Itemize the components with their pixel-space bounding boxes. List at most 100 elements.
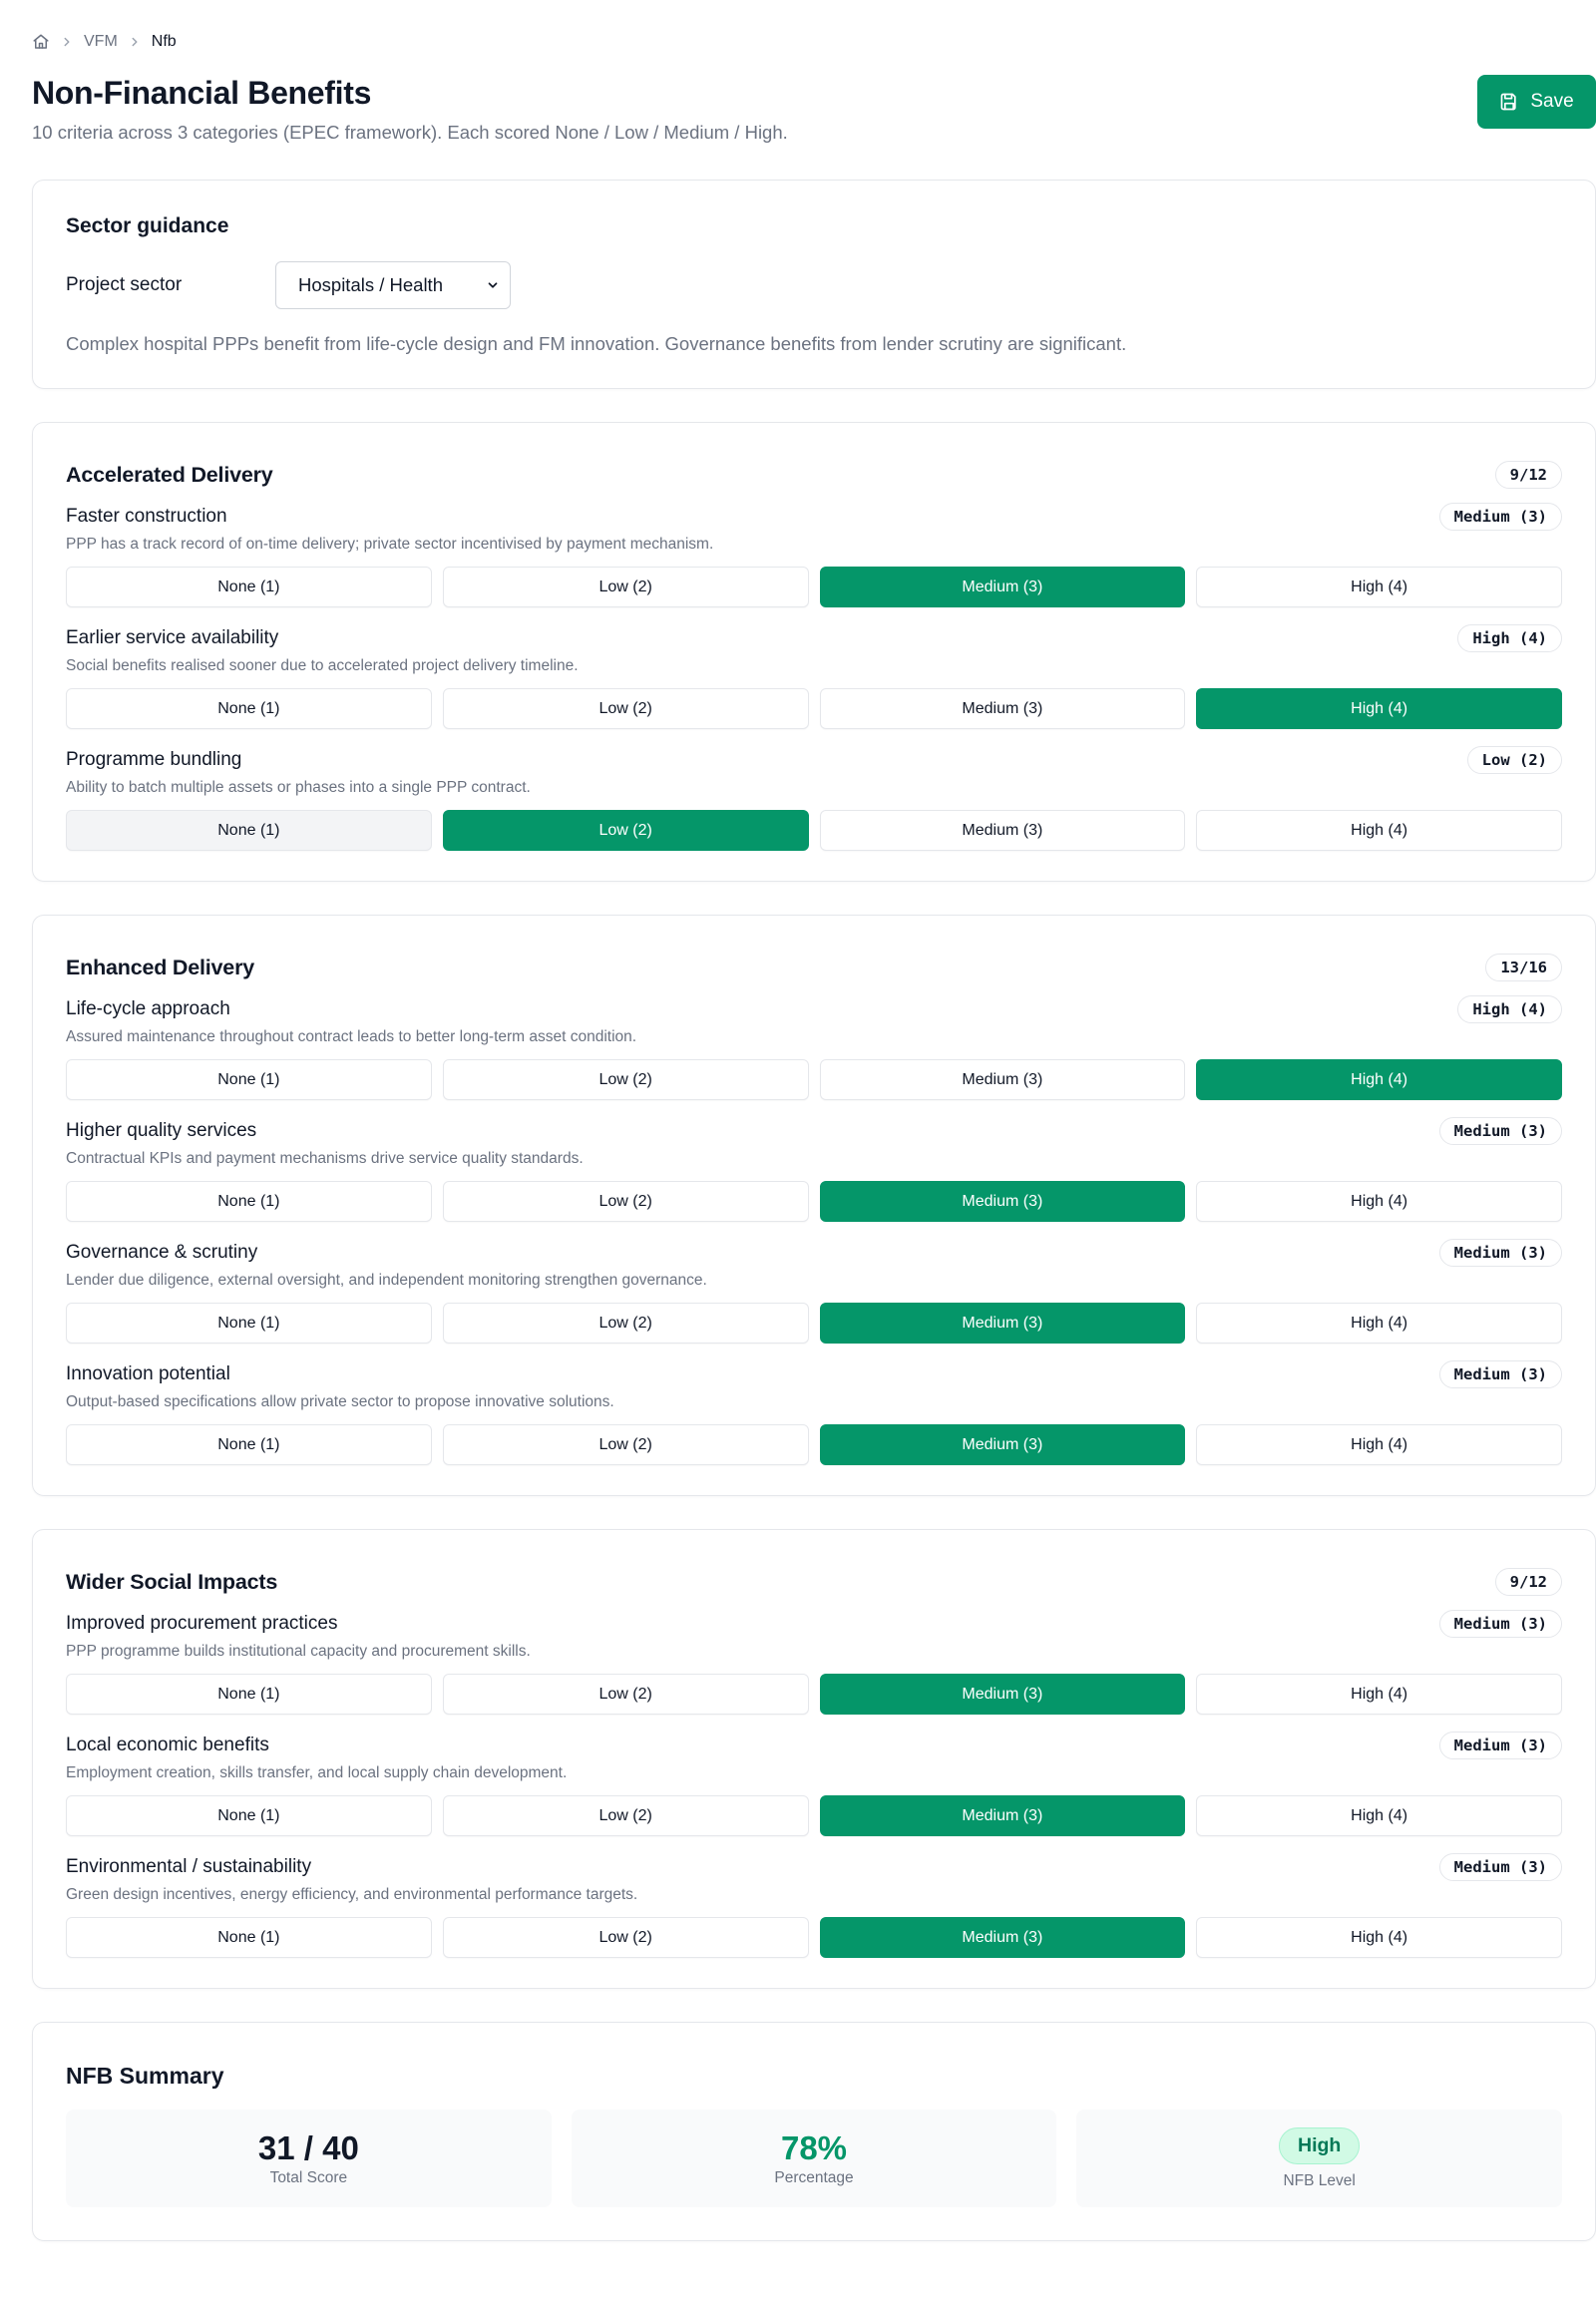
categories-container: Accelerated Delivery 9/12 Faster construct… <box>32 422 1596 1989</box>
score-option-medium[interactable]: Medium (3) <box>819 1674 1186 1715</box>
score-option-low[interactable]: Low (2) <box>442 567 809 607</box>
criterion-description: Social benefits realised sooner due to a… <box>66 657 579 674</box>
score-option-medium[interactable]: Medium (3) <box>819 1059 1186 1100</box>
score-option-none[interactable]: None (1) <box>66 1674 432 1715</box>
score-option-none[interactable]: None (1) <box>66 1059 432 1100</box>
criterion: Innovation potential Medium (3) Output-bas… <box>66 1359 1562 1465</box>
nfb-level-badge: High <box>1279 2126 1361 2164</box>
score-option-low[interactable]: Low (2) <box>442 810 809 851</box>
criterion: Governance & scrutiny Medium (3) Lender du… <box>66 1238 1562 1344</box>
criterion-score-badge: Medium (3) <box>1438 1732 1562 1759</box>
score-option-medium[interactable]: Medium (3) <box>819 1424 1186 1465</box>
score-option-low[interactable]: Low (2) <box>442 1674 809 1715</box>
score-option-high[interactable]: High (4) <box>1196 1424 1562 1465</box>
breadcrumb: VFM Nfb <box>32 30 1596 54</box>
score-option-high[interactable]: High (4) <box>1196 1674 1562 1715</box>
criterion-name: Programme bundling <box>66 749 242 770</box>
score-options: None (1) Low (2) Medium (3) High (4) <box>66 1059 1562 1100</box>
score-option-high[interactable]: High (4) <box>1196 1181 1562 1222</box>
criterion-name: Local economic benefits <box>66 1735 269 1755</box>
score-option-high[interactable]: High (4) <box>1196 688 1562 729</box>
percentage-label: Percentage <box>774 2169 854 2186</box>
score-option-medium[interactable]: Medium (3) <box>819 1303 1186 1344</box>
score-options: None (1) Low (2) Medium (3) High (4) <box>66 688 1562 729</box>
sector-guidance-title: Sector guidance <box>66 214 229 237</box>
criterion-header: Improved procurement practices Medium (3) <box>66 1609 1562 1639</box>
criterion-header: Environmental / sustainability Medium (3) <box>66 1852 1562 1882</box>
page-title: Non-Financial Benefits <box>32 75 372 111</box>
sector-label: Project sector <box>66 274 183 295</box>
criterion-description: Output-based specifications allow privat… <box>66 1393 614 1410</box>
category-score-badge: 13/16 <box>1485 954 1562 981</box>
score-option-low[interactable]: Low (2) <box>442 1303 809 1344</box>
page-heading: Non-Financial Benefits 10 criteria acros… <box>32 73 788 146</box>
criterion: Earlier service availability High (4) Soci… <box>66 623 1562 729</box>
score-option-high[interactable]: High (4) <box>1196 1917 1562 1958</box>
criterion-header: Earlier service availability High (4) <box>66 623 1562 653</box>
home-icon[interactable] <box>32 33 50 51</box>
total-score-label: Total Score <box>269 2169 348 2186</box>
criterion-header: Governance & scrutiny Medium (3) <box>66 1238 1562 1268</box>
category-title: Wider Social Impacts <box>66 1569 278 1594</box>
score-option-none[interactable]: None (1) <box>66 1424 432 1465</box>
criterion-score-badge: Low (2) <box>1466 746 1562 774</box>
category-header: Enhanced Delivery 13/16 <box>66 953 1562 982</box>
breadcrumb-item-vfm[interactable]: VFM <box>84 33 118 51</box>
score-option-low[interactable]: Low (2) <box>442 1424 809 1465</box>
sector-guidance-text: Complex hospital PPPs benefit from life-… <box>66 333 1127 354</box>
score-option-none[interactable]: None (1) <box>66 1795 432 1836</box>
score-option-high[interactable]: High (4) <box>1196 567 1562 607</box>
criterion-name: Earlier service availability <box>66 627 279 648</box>
score-option-medium[interactable]: Medium (3) <box>819 810 1186 851</box>
score-option-low[interactable]: Low (2) <box>442 1059 809 1100</box>
criterion-score-badge: Medium (3) <box>1438 1117 1562 1145</box>
criterion-score-badge: High (4) <box>1457 995 1562 1023</box>
criterion-header: Faster construction Medium (3) <box>66 502 1562 532</box>
sector-select-value: Hospitals / Health <box>298 274 443 295</box>
criterion-description: PPP programme builds institutional capac… <box>66 1643 531 1660</box>
score-option-low[interactable]: Low (2) <box>442 1795 809 1836</box>
criterion: Programme bundling Low (2) Ability to batc… <box>66 745 1562 851</box>
criterion-header: Innovation potential Medium (3) <box>66 1359 1562 1389</box>
criterion-score-badge: Medium (3) <box>1438 1360 1562 1388</box>
score-options: None (1) Low (2) Medium (3) High (4) <box>66 1674 1562 1715</box>
nfb-level-tile: High NFB Level <box>1076 2110 1563 2207</box>
category-card: Wider Social Impacts 9/12 Improved procure… <box>32 1529 1596 1989</box>
score-option-none[interactable]: None (1) <box>66 567 432 607</box>
criterion-description: Assured maintenance throughout contract … <box>66 1028 637 1045</box>
score-options: None (1) Low (2) Medium (3) High (4) <box>66 1424 1562 1465</box>
score-option-medium[interactable]: Medium (3) <box>819 567 1186 607</box>
score-option-none[interactable]: None (1) <box>66 1181 432 1222</box>
chevron-down-icon <box>488 282 498 288</box>
score-option-high[interactable]: High (4) <box>1196 1795 1562 1836</box>
score-option-high[interactable]: High (4) <box>1196 810 1562 851</box>
page-subtitle: 10 criteria across 3 categories (EPEC fr… <box>32 122 788 143</box>
score-option-medium[interactable]: Medium (3) <box>819 688 1186 729</box>
score-options: None (1) Low (2) Medium (3) High (4) <box>66 810 1562 851</box>
score-option-low[interactable]: Low (2) <box>442 688 809 729</box>
score-option-high[interactable]: High (4) <box>1196 1303 1562 1344</box>
criterion-name: Life-cycle approach <box>66 998 230 1019</box>
nfb-summary-card: NFB Summary 31 / 40 Total Score 78% Perc… <box>32 2022 1596 2241</box>
score-option-none[interactable]: None (1) <box>66 688 432 729</box>
score-option-medium[interactable]: Medium (3) <box>819 1795 1186 1836</box>
score-option-high[interactable]: High (4) <box>1196 1059 1562 1100</box>
score-option-none[interactable]: None (1) <box>66 1917 432 1958</box>
page-header: Non-Financial Benefits 10 criteria acros… <box>32 73 1596 146</box>
criterion-header: Local economic benefits Medium (3) <box>66 1731 1562 1760</box>
criterion-name: Governance & scrutiny <box>66 1242 258 1263</box>
score-option-medium[interactable]: Medium (3) <box>819 1917 1186 1958</box>
category-title: Enhanced Delivery <box>66 955 254 979</box>
score-option-none[interactable]: None (1) <box>66 1303 432 1344</box>
save-button[interactable]: Save <box>1477 75 1596 129</box>
criterion-description: Contractual KPIs and payment mechanisms … <box>66 1150 584 1167</box>
nfb-level-label: NFB Level <box>1283 2171 1356 2189</box>
score-option-none[interactable]: None (1) <box>66 810 432 851</box>
criterion-score-badge: Medium (3) <box>1438 1610 1562 1638</box>
score-option-low[interactable]: Low (2) <box>442 1917 809 1958</box>
criterion-header: Life-cycle approach High (4) <box>66 994 1562 1024</box>
score-option-low[interactable]: Low (2) <box>442 1181 809 1222</box>
score-option-medium[interactable]: Medium (3) <box>819 1181 1186 1222</box>
sector-select[interactable]: Hospitals / Health <box>275 261 511 309</box>
summary-title: NFB Summary <box>66 2063 224 2089</box>
